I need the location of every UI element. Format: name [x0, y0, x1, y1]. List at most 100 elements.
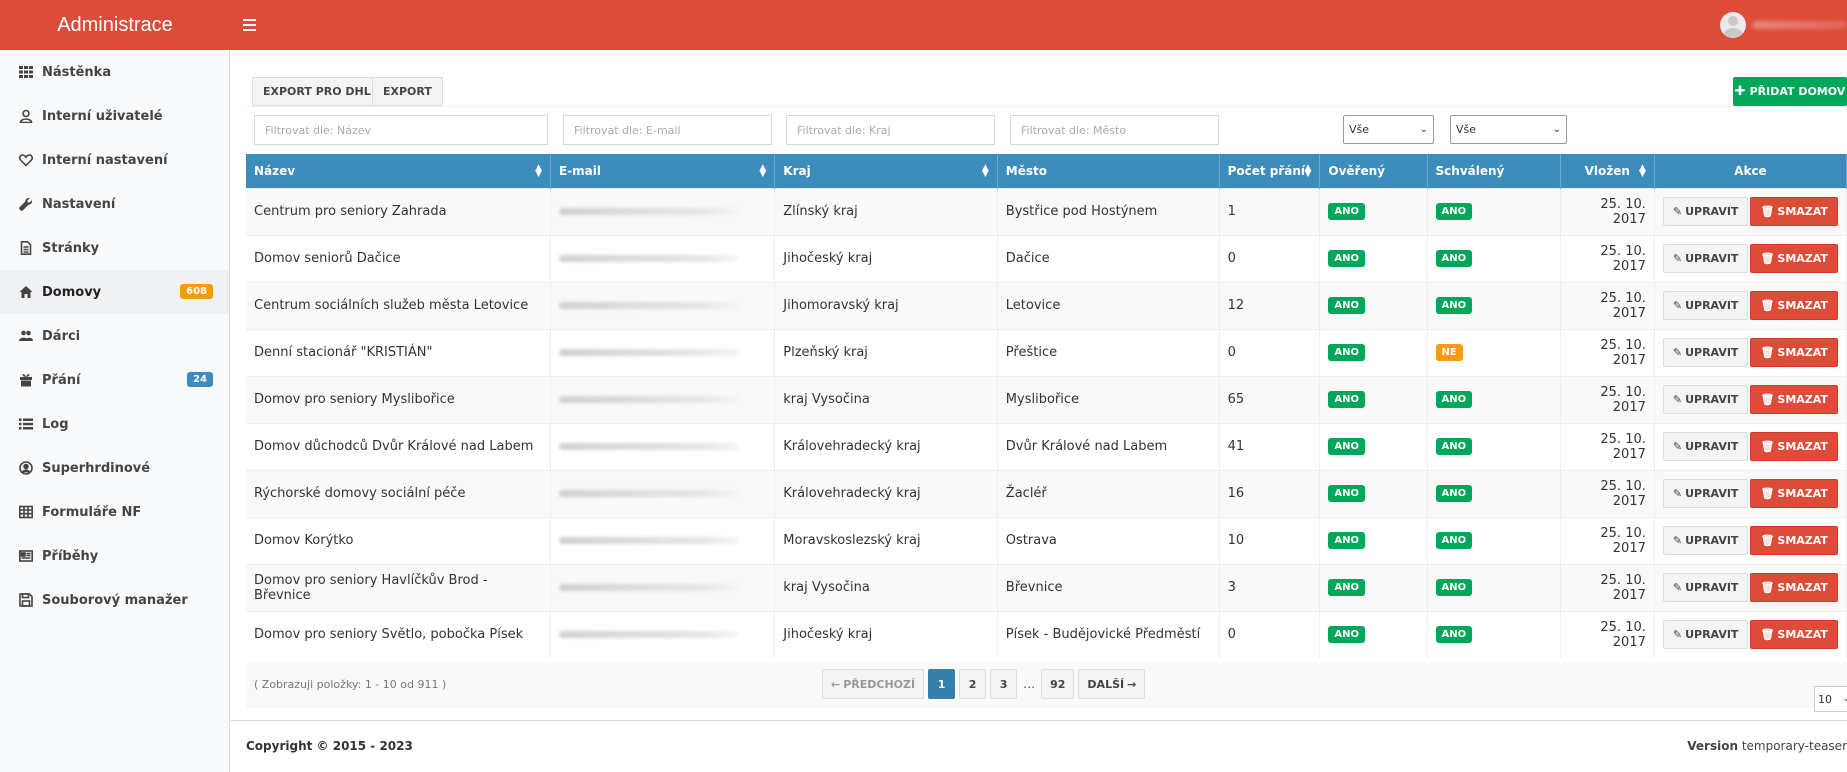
delete-button[interactable]: 🗑 SMAZAT — [1750, 385, 1838, 414]
app-title[interactable]: Administrace — [0, 0, 230, 50]
sidebar-item-interni-nastaveni[interactable]: Interní nastavení — [0, 138, 229, 182]
delete-label: SMAZAT — [1777, 346, 1828, 359]
next-page-button[interactable]: DALŠÍ → — [1078, 669, 1146, 699]
column-header-label: Schválený — [1435, 163, 1505, 178]
user-menu[interactable] — [1720, 12, 1847, 38]
delete-button[interactable]: 🗑 SMAZAT — [1750, 620, 1838, 650]
sidebar-item-souborovy-manazer[interactable]: Souborový manažer — [0, 578, 229, 622]
edit-button[interactable]: ✎ UPRAVIT — [1662, 432, 1749, 461]
approved-badge: ANO — [1435, 579, 1473, 596]
approved-badge: NE — [1435, 344, 1463, 361]
homes-table: Název ▲ ▼ E-mail ▲ ▼ Kraj ▲ ▼ Město Počet přán… — [246, 154, 1847, 658]
main-content: EXPORT PRO DHL EXPORT ✚ PŘIDAT DOMOV Vše… — [231, 50, 1847, 772]
per-page-select[interactable]: 10 ⌄ — [1814, 686, 1847, 712]
cell-name: Domov Korýtko — [246, 516, 551, 564]
filter-city-input[interactable] — [1010, 115, 1219, 145]
delete-button[interactable]: 🗑 SMAZAT — [1750, 244, 1838, 273]
cell-email — [550, 563, 776, 611]
column-header-region[interactable]: Kraj ▲ ▼ — [774, 154, 998, 188]
delete-button[interactable]: 🗑 SMAZAT — [1750, 526, 1838, 555]
sidebar-item-pribehy[interactable]: Příběhy — [0, 534, 229, 578]
cell-created: 25. 10. 2017 — [1560, 375, 1655, 423]
delete-label: SMAZAT — [1777, 628, 1828, 642]
delete-button[interactable]: 🗑 SMAZAT — [1750, 432, 1838, 461]
verified-badge: ANO — [1328, 532, 1365, 549]
sidebar-item-nastaveni[interactable]: Nastavení — [0, 182, 229, 226]
edit-button[interactable]: ✎ UPRAVIT — [1662, 197, 1749, 226]
delete-button[interactable]: 🗑 SMAZAT — [1750, 197, 1838, 226]
pagination: ← PŘEDCHOZÍ 1 2 3 … 92 DALŠÍ → — [822, 669, 1146, 699]
sort-icon: ▲ ▼ — [759, 163, 767, 179]
pencil-icon: ✎ — [1672, 205, 1683, 218]
sidebar-item-nastenka[interactable]: Nástěnka — [0, 50, 229, 94]
export-button[interactable]: EXPORT — [372, 77, 443, 106]
column-header-email[interactable]: E-mail ▲ ▼ — [550, 154, 776, 188]
column-header-created[interactable]: Vložen ▲ ▼ — [1560, 154, 1655, 188]
file-icon — [18, 240, 34, 256]
sidebar-item-stranky[interactable]: Stránky — [0, 226, 229, 270]
edit-button[interactable]: ✎ UPRAVIT — [1662, 526, 1749, 555]
cell-wishes: 10 — [1219, 516, 1321, 564]
verified-badge: ANO — [1328, 250, 1365, 267]
table-row: Domov pro seniory Světlo, pobočka Písek J… — [246, 610, 1847, 658]
edit-button[interactable]: ✎ UPRAVIT — [1662, 573, 1749, 602]
page-button[interactable]: 92 — [1041, 669, 1075, 699]
cell-actions: ✎ UPRAVIT 🗑 SMAZAT — [1654, 328, 1847, 376]
column-header-label: Vložen — [1584, 163, 1630, 178]
avatar[interactable] — [1720, 12, 1746, 38]
page-footer: Copyright © 2015 - 2023 Version temporar… — [231, 720, 1847, 772]
column-header-name[interactable]: Název ▲ ▼ — [246, 154, 551, 188]
cell-email — [550, 234, 776, 282]
edit-button[interactable]: ✎ UPRAVIT — [1662, 479, 1749, 508]
filter-name-input[interactable] — [254, 115, 548, 145]
cell-verified: ANO — [1319, 469, 1428, 517]
table-row: Domov Korýtko Moravskoslezský kraj Ostrava… — [246, 516, 1847, 564]
sidebar-item-log[interactable]: Log — [0, 402, 229, 446]
filter-region-input[interactable] — [786, 115, 995, 145]
sidebar-item-darci[interactable]: Dárci — [0, 314, 229, 358]
cell-approved: ANO — [1427, 469, 1562, 517]
delete-button[interactable]: 🗑 SMAZAT — [1750, 291, 1838, 320]
filter-verified-select[interactable]: Vše ⌄ — [1343, 115, 1434, 144]
email-redacted — [558, 302, 739, 309]
sidebar-item-formulare-nf[interactable]: Formuláře NF — [0, 490, 229, 534]
sidebar-item-superhrdinove[interactable]: Superhrdinové — [0, 446, 229, 490]
column-header-wishes[interactable]: Počet přání ▲ ▼ — [1219, 154, 1321, 188]
delete-label: SMAZAT — [1777, 487, 1828, 500]
cell-name: Rýchorské domovy sociální péče — [246, 469, 551, 517]
top-navbar: Administrace — [0, 0, 1847, 50]
table-row: Rýchorské domovy sociální péče Královehra… — [246, 469, 1847, 517]
column-header-label: Ověřený — [1328, 163, 1385, 178]
add-home-button[interactable]: ✚ PŘIDAT DOMOV — [1733, 77, 1847, 106]
edit-button[interactable]: ✎ UPRAVIT — [1662, 385, 1749, 414]
filter-email-input[interactable] — [563, 115, 772, 145]
page-button[interactable]: 1 — [928, 669, 956, 699]
edit-label: UPRAVIT — [1685, 346, 1739, 359]
user-icon — [18, 108, 34, 124]
cell-wishes: 1 — [1219, 187, 1321, 235]
edit-button[interactable]: ✎ UPRAVIT — [1662, 620, 1749, 650]
edit-button[interactable]: ✎ UPRAVIT — [1662, 338, 1749, 367]
page-button[interactable]: 2 — [959, 669, 987, 699]
delete-button[interactable]: 🗑 SMAZAT — [1750, 338, 1838, 367]
filter-approved-select[interactable]: Vše ⌄ — [1450, 115, 1567, 144]
delete-button[interactable]: 🗑 SMAZAT — [1750, 573, 1838, 602]
edit-button[interactable]: ✎ UPRAVIT — [1662, 291, 1749, 320]
export-dhl-button[interactable]: EXPORT PRO DHL — [252, 77, 382, 106]
home-icon — [18, 284, 34, 300]
sidebar-item-prani[interactable]: Přání 24 — [0, 358, 229, 402]
prev-page-button[interactable]: ← PŘEDCHOZÍ — [822, 669, 925, 699]
cell-city: Bystřice pod Hostýnem — [997, 187, 1220, 235]
edit-button[interactable]: ✎ UPRAVIT — [1662, 244, 1749, 273]
cell-wishes: 0 — [1219, 328, 1321, 376]
column-header-label: E-mail — [558, 163, 601, 178]
menu-toggle-icon[interactable] — [243, 15, 259, 35]
sidebar-item-domovy[interactable]: Domovy 608 — [0, 270, 229, 314]
delete-button[interactable]: 🗑 SMAZAT — [1750, 479, 1838, 508]
arrow-right-icon: → — [1127, 677, 1137, 691]
page-button[interactable]: 3 — [990, 669, 1018, 699]
edit-label: UPRAVIT — [1685, 393, 1739, 406]
list-icon — [18, 416, 34, 432]
sidebar-item-interni-uzivatele[interactable]: Interní uživatelé — [0, 94, 229, 138]
column-header-label: Město — [1005, 163, 1047, 178]
